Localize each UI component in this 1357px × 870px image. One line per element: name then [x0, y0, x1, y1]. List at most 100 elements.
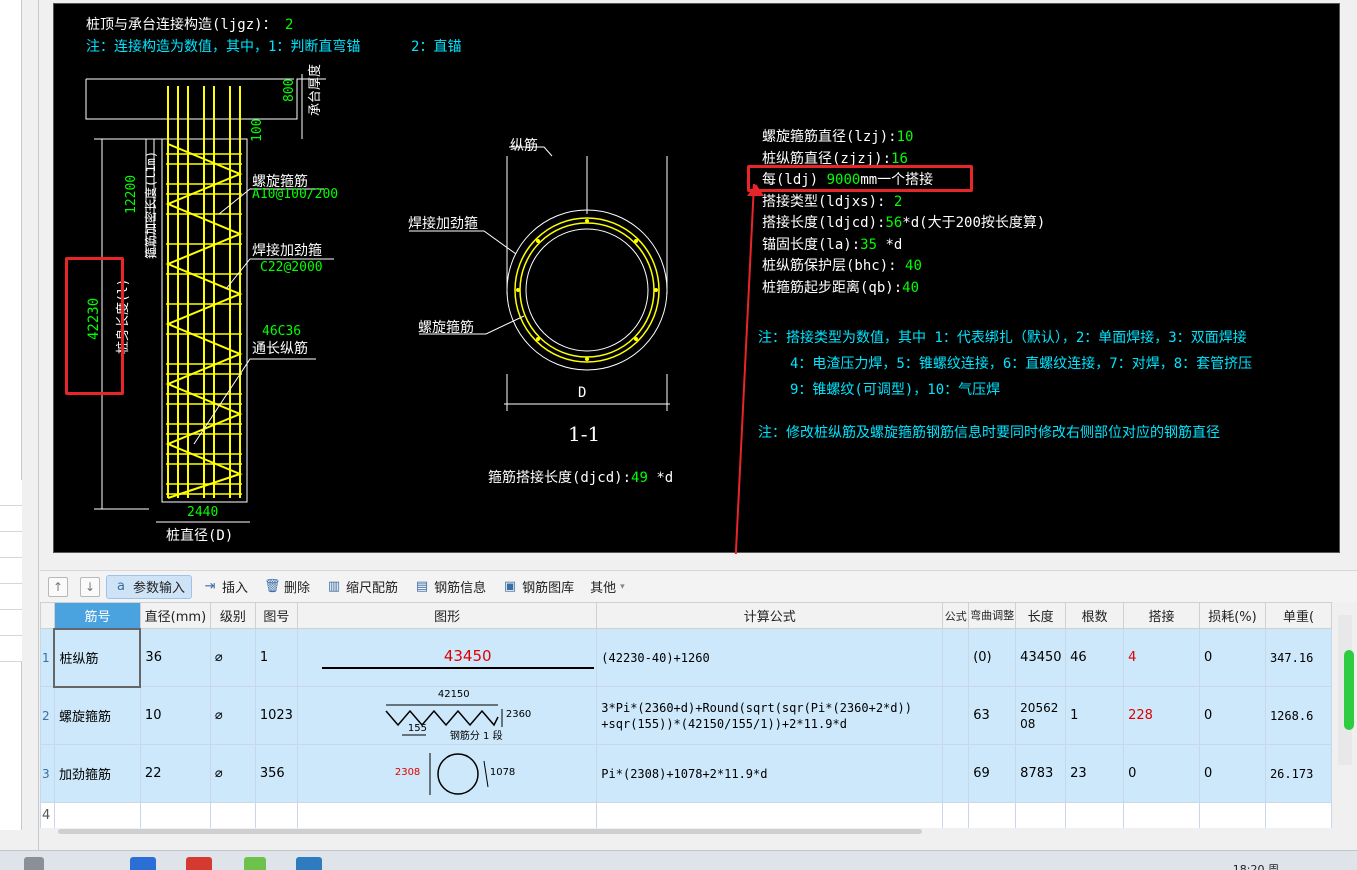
cell-empty[interactable] — [1264, 802, 1332, 828]
cell-bend[interactable]: 63 — [968, 686, 1017, 745]
rebar-library-button[interactable]: ▣ 钢筋图库 — [496, 575, 580, 599]
info-lap-length: 搭接长度(ldjcd):56*d(大于200按长度算) — [762, 215, 1046, 231]
cad-drawing-canvas[interactable]: 桩顶与承台连接构造(ljgz)： 2 注：连接构造为数值，其中，1：判断直弯锚 … — [53, 3, 1340, 554]
param-icon: a — [117, 578, 125, 594]
col-grade[interactable]: 级别 — [209, 602, 256, 629]
cell-length[interactable]: 8783 — [1015, 744, 1067, 803]
cell-bend[interactable]: (0) — [968, 628, 1017, 687]
cell-bar-name[interactable]: 桩纵筋 — [53, 627, 142, 688]
cell-formula[interactable]: 3*Pi*(2360+d)+Round(sqrt(sqr(Pi*(2360+2*… — [596, 686, 944, 745]
cell-fig-no[interactable]: 1 — [254, 628, 298, 687]
taskbar-app-icon[interactable] — [296, 857, 322, 870]
left-panel-row[interactable] — [0, 558, 22, 584]
left-panel-row[interactable] — [0, 584, 22, 610]
horizontal-scrollbar[interactable] — [58, 829, 922, 834]
weld-label: 焊接加劲箍 — [252, 243, 322, 259]
param-input-button[interactable]: a 参数输入 — [106, 574, 193, 599]
cell-count[interactable]: 46 — [1065, 628, 1125, 687]
cell-grade[interactable]: ⌀ — [209, 628, 256, 687]
move-up-button[interactable]: ↑ — [48, 576, 68, 597]
cell-formula[interactable]: Pi*(2308)+1078+2*11.9*d — [596, 744, 944, 803]
cell-empty[interactable] — [296, 802, 598, 828]
delete-button[interactable]: 🗑 删除 — [258, 575, 316, 599]
cell-diameter[interactable]: 22 — [139, 744, 211, 803]
col-loss[interactable]: 损耗(%) — [1199, 602, 1266, 629]
cell-bend[interactable]: 69 — [968, 744, 1017, 803]
cell-shape[interactable]: 2308 1078 — [296, 744, 598, 803]
left-panel-row[interactable] — [0, 636, 22, 662]
cell-diameter[interactable]: 36 — [139, 628, 211, 687]
col-lap[interactable]: 搭接 — [1123, 602, 1200, 629]
taskbar-app-icon[interactable] — [186, 857, 212, 870]
scale-rebar-button[interactable]: ▥ 缩尺配筋 — [320, 575, 404, 599]
cell-formula-desc[interactable] — [942, 744, 970, 803]
table-row[interactable]: 4 — [40, 802, 1332, 828]
cell-shape[interactable]: 43450 — [296, 628, 598, 687]
cell-empty[interactable] — [254, 802, 298, 828]
col-diameter[interactable]: 直径(mm) — [139, 602, 211, 629]
cell-empty[interactable] — [1015, 802, 1067, 828]
rebar-info-button[interactable]: ▤ 钢筋信息 — [408, 575, 492, 599]
cell-lap[interactable]: 4 — [1123, 628, 1200, 687]
cell-unit-weight[interactable]: 1268.6 — [1264, 686, 1332, 745]
col-formula[interactable]: 计算公式 — [596, 602, 944, 629]
cell-fig-no[interactable]: 356 — [254, 744, 298, 803]
cell-unit-weight[interactable]: 26.173 — [1264, 744, 1332, 803]
cell-formula-desc[interactable] — [942, 628, 970, 687]
col-unit-weight[interactable]: 单重( — [1264, 602, 1332, 629]
cell-length[interactable]: 43450 — [1015, 628, 1067, 687]
cell-fig-no[interactable]: 1023 — [254, 686, 298, 745]
col-shape[interactable]: 图形 — [296, 602, 598, 629]
cell-empty[interactable] — [942, 802, 970, 828]
cell-shape[interactable]: 42150 2360 155 钢筋分 1 段 — [296, 686, 598, 745]
cell-diameter[interactable]: 10 — [139, 686, 211, 745]
cell-empty[interactable] — [968, 802, 1017, 828]
other-menu-button[interactable]: 其他 ▾ — [584, 575, 631, 599]
taskbar-app-icon[interactable] — [244, 857, 266, 870]
table-row[interactable]: 3 加劲箍筋 22 ⌀ 356 2308 1078 Pi*(2308)+1078… — [40, 744, 1332, 803]
cell-lap[interactable]: 228 — [1123, 686, 1200, 745]
col-formula-desc[interactable]: 公式 — [942, 602, 970, 629]
vertical-scrollbar-thumb[interactable] — [1344, 650, 1354, 730]
table-row[interactable]: 1 桩纵筋 36 ⌀ 1 43450 (42230-40)+1260 (0) 4… — [40, 627, 1332, 688]
cell-empty[interactable] — [1199, 802, 1266, 828]
taskbar-app-icon[interactable] — [130, 857, 156, 870]
cell-empty[interactable] — [53, 802, 141, 828]
shape-line — [321, 667, 594, 669]
cell-lap[interactable]: 0 — [1123, 744, 1200, 803]
cell-count[interactable]: 1 — [1065, 686, 1125, 745]
cell-count[interactable]: 23 — [1065, 744, 1125, 803]
taskbar-app-icon[interactable] — [24, 857, 44, 870]
move-down-button[interactable]: ↓ — [80, 576, 100, 597]
cell-empty[interactable] — [139, 802, 211, 828]
col-length[interactable]: 长度 — [1015, 602, 1067, 629]
taskbar-clock[interactable]: 18:20 周 — [1233, 861, 1279, 870]
cell-unit-weight[interactable]: 347.16 — [1264, 628, 1332, 687]
cell-loss[interactable]: 0 — [1199, 628, 1266, 687]
cell-empty[interactable] — [596, 802, 944, 828]
col-bend-adjust[interactable]: 弯曲调整 — [968, 602, 1017, 629]
cell-formula-desc[interactable] — [942, 686, 970, 745]
info-lap-every[interactable]: 每(ldj) 9000mm一个搭接 — [762, 169, 1045, 191]
cell-empty[interactable] — [1123, 802, 1200, 828]
cell-formula[interactable]: (42230-40)+1260 — [596, 628, 944, 687]
cell-loss[interactable]: 0 — [1199, 686, 1266, 745]
cell-empty[interactable] — [1065, 802, 1125, 828]
col-fig-no[interactable]: 图号 — [254, 602, 298, 629]
cell-bar-name[interactable]: 螺旋箍筋 — [53, 686, 141, 745]
left-panel-row[interactable] — [0, 506, 22, 532]
col-bar-no[interactable]: 筋号 — [53, 602, 141, 629]
cell-length[interactable]: 20562 08 — [1015, 686, 1067, 745]
left-panel-row[interactable] — [0, 610, 22, 636]
insert-button[interactable]: ⇥ 插入 — [196, 575, 254, 599]
left-panel-row[interactable] — [0, 480, 22, 506]
left-panel-row[interactable] — [0, 532, 22, 558]
cell-grade[interactable]: ⌀ — [209, 744, 256, 803]
cell-empty[interactable] — [209, 802, 256, 828]
table-row[interactable]: 2 螺旋箍筋 10 ⌀ 1023 42150 2360 155 钢筋分 1 段 … — [40, 686, 1332, 745]
cell-grade[interactable]: ⌀ — [209, 686, 256, 745]
dim-100: 100 — [250, 118, 265, 142]
col-count[interactable]: 根数 — [1065, 602, 1125, 629]
cell-loss[interactable]: 0 — [1199, 744, 1266, 803]
cell-bar-name[interactable]: 加劲箍筋 — [53, 744, 141, 803]
